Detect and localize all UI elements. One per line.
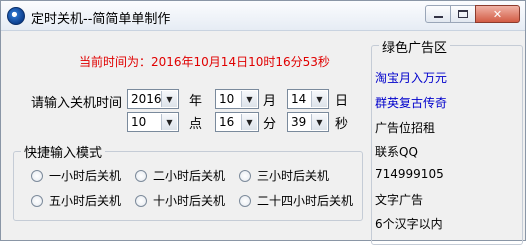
radio-circle-icon[interactable] — [135, 194, 147, 207]
second-select[interactable]: 39 ▼ — [287, 112, 329, 132]
year-value: 2016 — [131, 92, 162, 106]
hour-select[interactable]: 10 ▼ — [127, 112, 179, 132]
close-icon: ✕ — [492, 7, 503, 21]
window-title: 定时关机--简简单单制作 — [31, 12, 171, 27]
ad-text-2: 联系QQ — [375, 145, 418, 159]
title-bar[interactable]: 定时关机--简简单单制作 ✕ — [1, 1, 525, 31]
year-select[interactable]: 2016 ▼ — [127, 89, 179, 109]
ad-link-2[interactable]: 群英复古传奇 — [375, 94, 447, 111]
radio-2h[interactable]: 二小时后关机 — [135, 167, 225, 184]
radio-circle-icon[interactable] — [31, 194, 43, 207]
ad-text-1: 广告位招租 — [375, 121, 436, 135]
radio-10h[interactable]: 十小时后关机 — [135, 192, 225, 209]
ad-link-1[interactable]: 淘宝月入万元 — [375, 69, 447, 86]
chevron-down-icon[interactable]: ▼ — [311, 114, 327, 130]
day-unit: 日 — [335, 94, 349, 109]
radio-3h[interactable]: 三小时后关机 — [239, 167, 329, 184]
ad-group-title: 绿色广告区 — [379, 37, 451, 56]
month-unit: 月 — [263, 94, 277, 109]
maximize-icon — [458, 10, 468, 18]
ad-text-5: 6个汉字以内 — [375, 217, 443, 231]
radio-circle-icon[interactable] — [239, 194, 251, 207]
radio-5h[interactable]: 五小时后关机 — [31, 192, 121, 209]
month-select[interactable]: 10 ▼ — [215, 89, 259, 109]
month-value: 10 — [219, 92, 235, 106]
radio-label: 三小时后关机 — [257, 169, 330, 183]
current-time-label: 当前时间为：2016年10月14日10时16分53秒 — [79, 55, 330, 69]
chevron-down-icon[interactable]: ▼ — [311, 91, 327, 107]
radio-label: 五小时后关机 — [49, 194, 122, 208]
app-icon — [7, 7, 25, 25]
main-window: 定时关机--简简单单制作 ✕ 当前时间为：2016年10月14日10时16分53… — [0, 0, 526, 245]
radio-circle-icon[interactable] — [31, 169, 43, 182]
ad-text-4: 文字广告 — [375, 193, 424, 207]
minute-select[interactable]: 16 ▼ — [215, 112, 259, 132]
second-unit: 秒 — [335, 117, 349, 132]
radio-label: 二小时后关机 — [153, 169, 226, 183]
quick-input-group — [13, 151, 363, 221]
radio-label: 一小时后关机 — [49, 169, 122, 183]
year-unit: 年 — [189, 94, 203, 109]
maximize-button[interactable] — [450, 5, 476, 23]
second-value: 39 — [291, 115, 307, 129]
minimize-icon — [433, 16, 443, 18]
radio-circle-icon[interactable] — [135, 169, 147, 182]
ad-text-3: 714999105 — [375, 167, 444, 181]
radio-label: 二十四小时后关机 — [257, 194, 354, 208]
close-button[interactable]: ✕ — [475, 5, 520, 23]
minimize-button[interactable] — [425, 5, 451, 23]
hour-value: 10 — [131, 115, 147, 129]
chevron-down-icon[interactable]: ▼ — [241, 114, 257, 130]
day-select[interactable]: 14 ▼ — [287, 89, 329, 109]
day-value: 14 — [291, 92, 307, 106]
radio-label: 十小时后关机 — [153, 194, 226, 208]
hour-unit: 点 — [189, 117, 203, 132]
radio-1h[interactable]: 一小时后关机 — [31, 167, 121, 184]
minute-unit: 分 — [263, 117, 277, 132]
chevron-down-icon[interactable]: ▼ — [241, 91, 257, 107]
quick-input-title: 快捷输入模式 — [21, 142, 106, 161]
radio-circle-icon[interactable] — [239, 169, 251, 182]
shutdown-time-label: 请输入关机时间 — [31, 96, 123, 111]
chevron-down-icon[interactable]: ▼ — [161, 114, 177, 130]
minute-value: 16 — [219, 115, 235, 129]
chevron-down-icon[interactable]: ▼ — [161, 91, 177, 107]
radio-24h[interactable]: 二十四小时后关机 — [239, 192, 353, 209]
